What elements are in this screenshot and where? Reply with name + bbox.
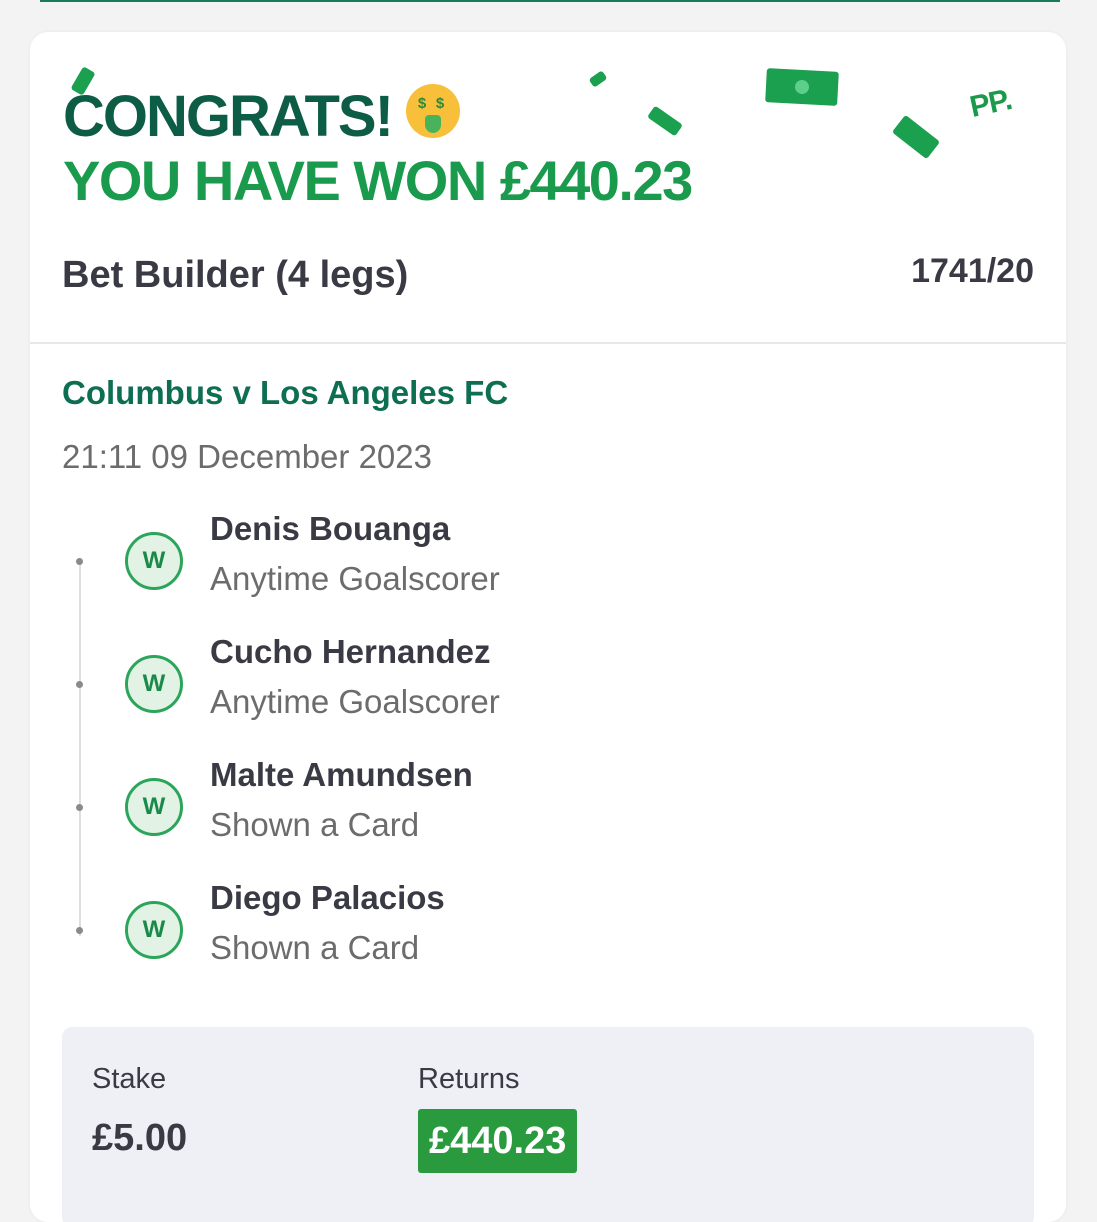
stake-value: £5.00: [92, 1117, 188, 1159]
bet-leg: W Diego Palacios Shown a Card: [30, 879, 1066, 989]
congrats-heading: CONGRATS! $ $: [63, 84, 460, 148]
timeline-dot: [76, 681, 83, 688]
bet-summary: Stake £5.00 Returns £440.23: [62, 1027, 1034, 1222]
win-status-badge: W: [125, 901, 183, 959]
returns-label: Returns: [418, 1063, 520, 1095]
win-status-badge: W: [125, 655, 183, 713]
money-bill-icon: [588, 70, 608, 88]
bet-odds: 1741/20: [911, 252, 1034, 290]
money-bill-icon: [647, 105, 683, 137]
returns-value: £440.23: [418, 1109, 578, 1173]
bet-type: Bet Builder (4 legs): [62, 254, 409, 296]
leg-selection: Malte Amundsen: [210, 756, 473, 793]
timeline-dot: [76, 927, 83, 934]
win-status-badge: W: [125, 532, 183, 590]
leg-selection: Denis Bouanga: [210, 510, 451, 547]
brand-logo: PP.: [966, 83, 1015, 124]
timeline-dot: [76, 804, 83, 811]
leg-selection: Cucho Hernandez: [210, 633, 491, 670]
congrats-text: CONGRATS!: [63, 84, 394, 149]
leg-market: Shown a Card: [210, 929, 420, 966]
bet-receipt-card: PP. CONGRATS! $ $ YOU HAVE WON £440.23 Bet…: [30, 32, 1066, 1222]
timeline-dot: [76, 558, 83, 565]
money-bill-icon: [765, 68, 839, 106]
leg-market: Shown a Card: [210, 806, 420, 843]
win-header: PP. CONGRATS! $ $ YOU HAVE WON £440.23 Bet…: [30, 32, 1066, 344]
event-datetime: 21:11 09 December 2023: [62, 438, 432, 475]
leg-selection: Diego Palacios: [210, 879, 445, 916]
stake-label: Stake: [92, 1063, 167, 1095]
bet-leg: W Denis Bouanga Anytime Goalscorer: [30, 510, 1066, 620]
leg-market: Anytime Goalscorer: [210, 683, 500, 720]
winnings-heading: YOU HAVE WON £440.23: [63, 149, 693, 212]
event-name[interactable]: Columbus v Los Angeles FC: [62, 374, 508, 412]
top-divider: [40, 0, 1060, 2]
win-status-badge: W: [125, 778, 183, 836]
bet-leg: W Malte Amundsen Shown a Card: [30, 756, 1066, 866]
money-mouth-face-icon: $ $: [405, 84, 460, 138]
bet-leg: W Cucho Hernandez Anytime Goalscorer: [30, 633, 1066, 743]
money-bill-icon: [891, 114, 941, 160]
leg-market: Anytime Goalscorer: [210, 560, 500, 597]
